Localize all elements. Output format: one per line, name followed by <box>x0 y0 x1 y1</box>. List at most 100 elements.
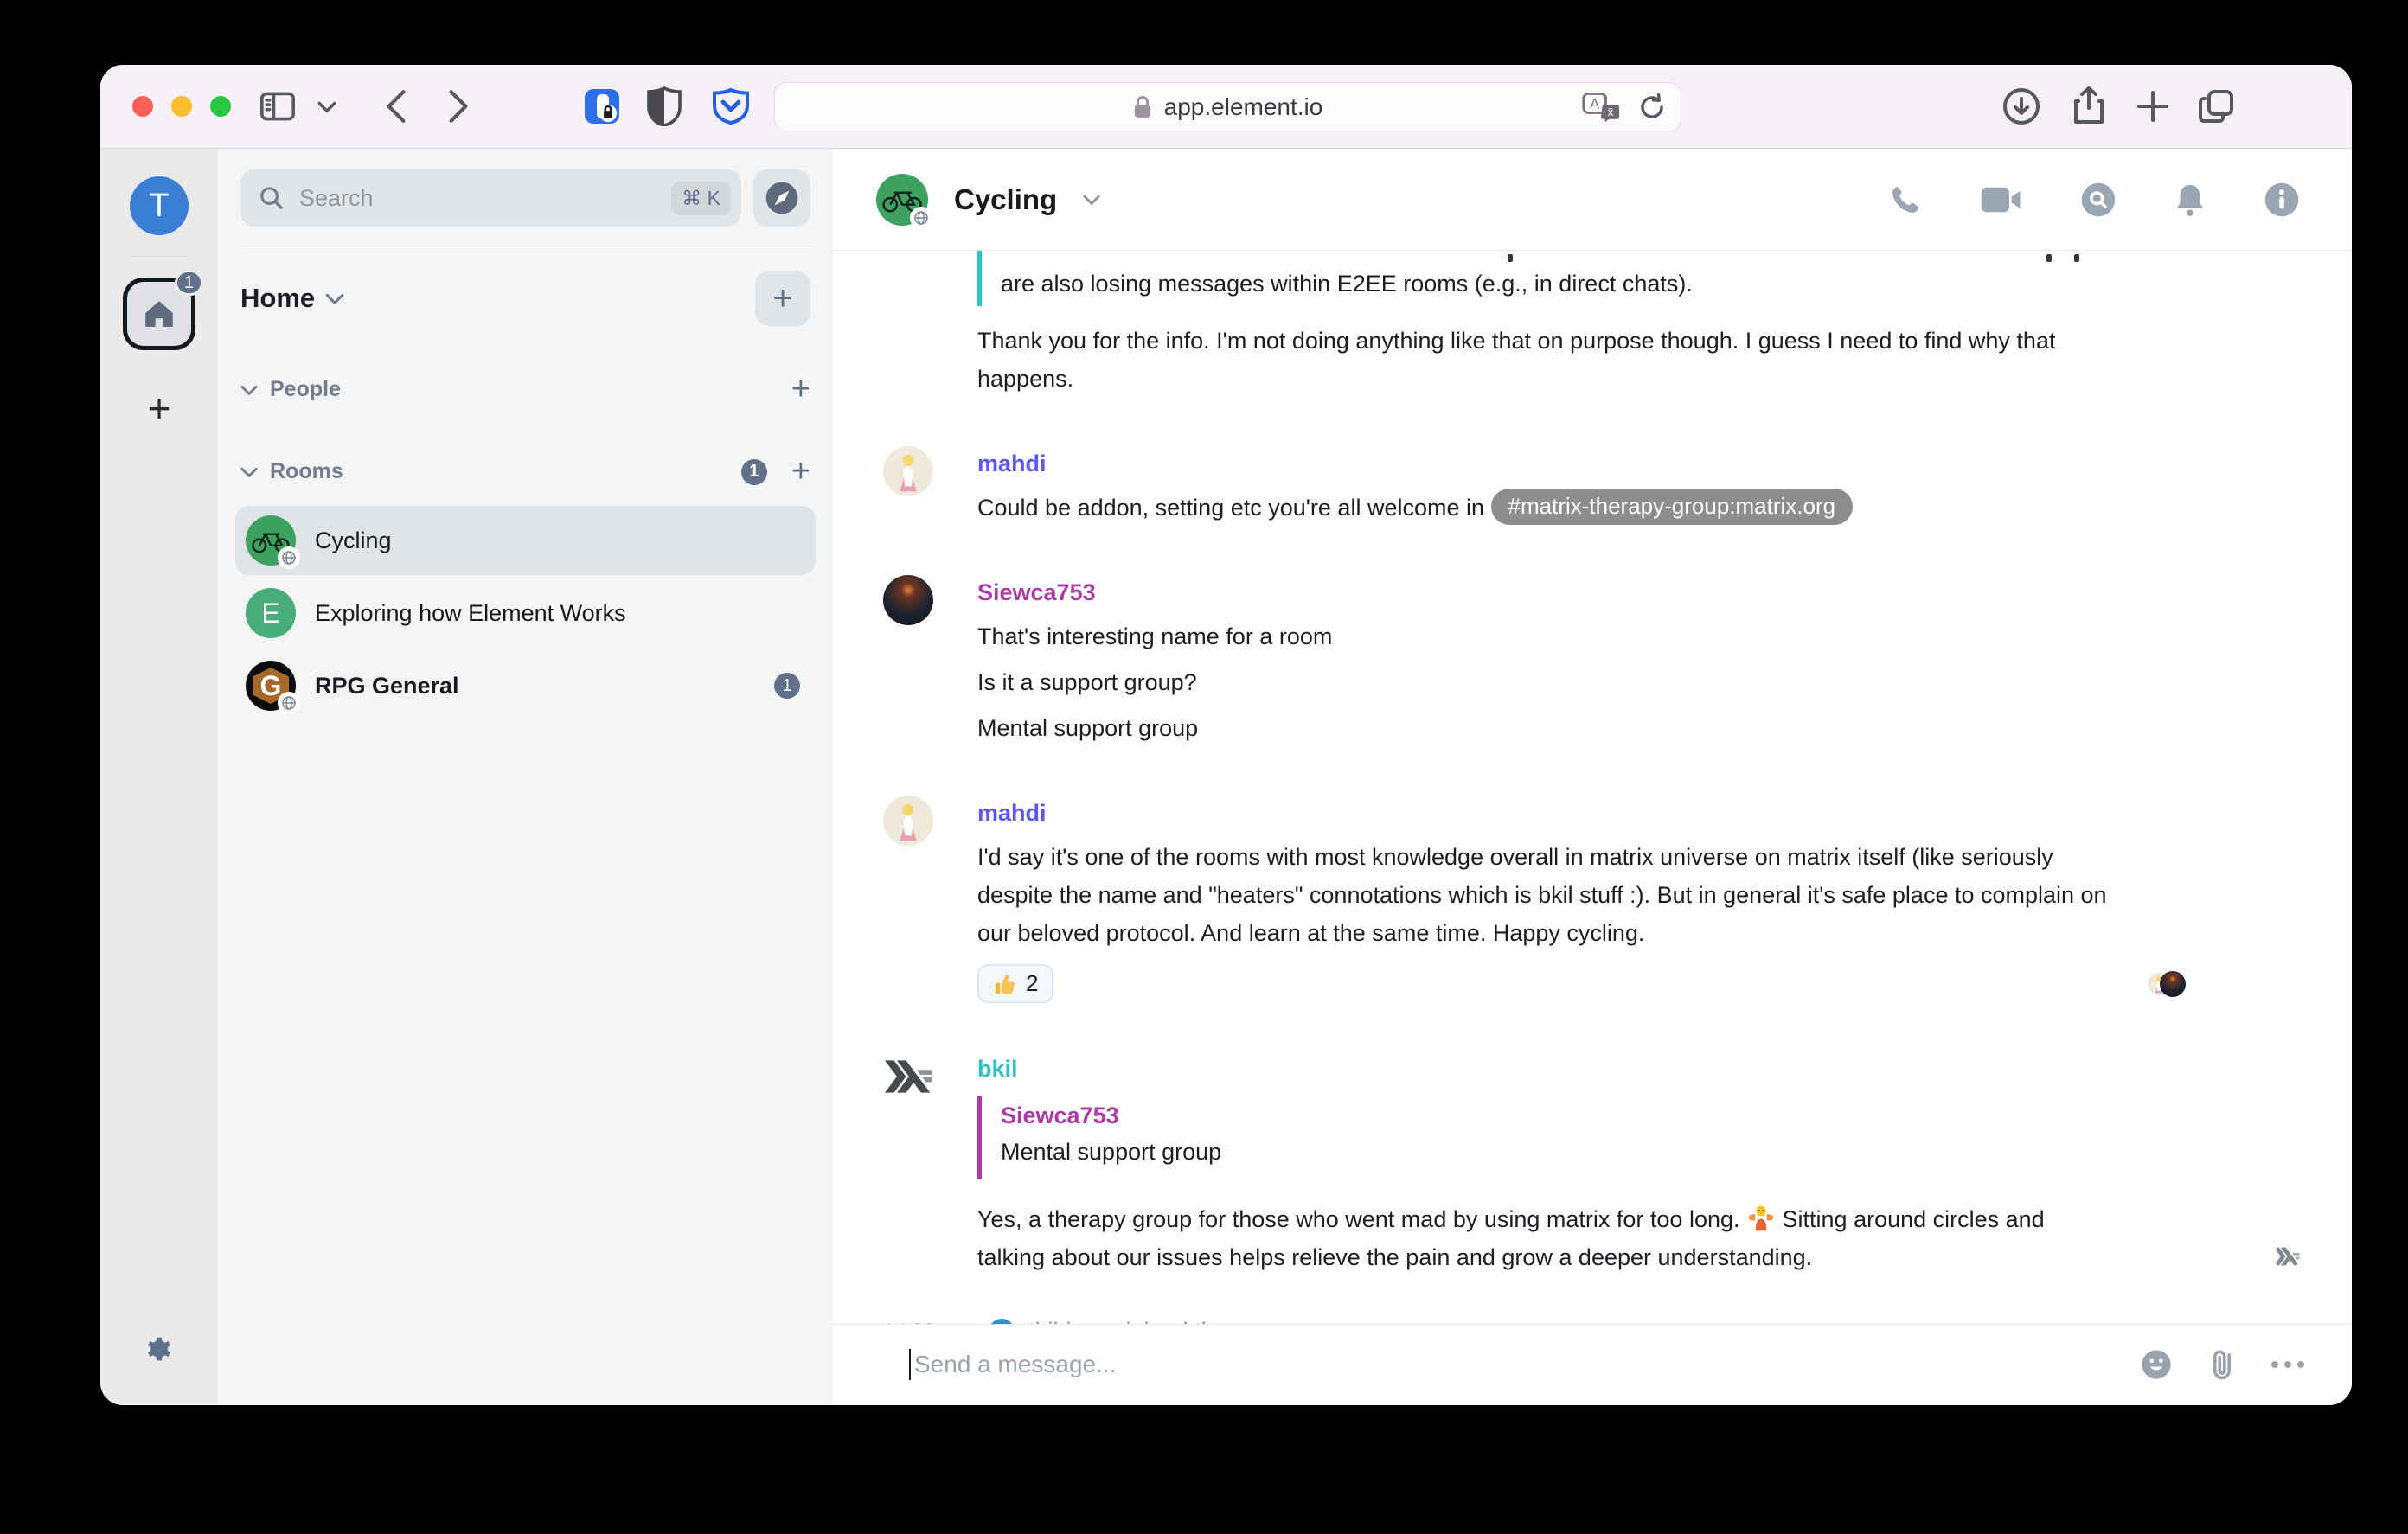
notifications-button[interactable] <box>2174 182 2206 218</box>
siewca-avatar[interactable] <box>883 575 933 625</box>
sender-name[interactable]: bkil <box>977 1051 2102 1086</box>
minimize-window-button[interactable] <box>171 96 192 117</box>
read-receipt-siewca[interactable] <box>2160 971 2186 997</box>
address-bar[interactable]: app.element.io A x̄ <box>774 82 1681 131</box>
add-room-button[interactable]: + <box>755 271 810 326</box>
sender-name[interactable]: mahdi <box>977 446 2102 481</box>
thumbs-up-icon <box>993 972 1017 996</box>
space-name[interactable]: Home <box>240 283 315 314</box>
room-title[interactable]: Cycling <box>954 183 1057 216</box>
room-link-pill[interactable]: #matrix-therapy-group:matrix.org <box>1491 489 1854 525</box>
message-text: Thank you for the info. I'm not doing an… <box>977 322 2102 398</box>
message-text-part: Yes, a therapy group for those who went … <box>977 1206 1740 1232</box>
quote-text: are also losing messages within E2EE roo… <box>1001 265 2102 303</box>
spaces-rail: T 1 + <box>100 149 218 1404</box>
home-icon <box>141 296 177 332</box>
room-avatar: E <box>246 588 296 638</box>
join-event: 14:39 T thibiscus joined the room <box>883 1318 2300 1324</box>
room-header-avatar[interactable] <box>876 174 928 226</box>
thibiscus-avatar[interactable]: T <box>989 1319 1015 1325</box>
message-mahdi-knowledge: mahdi I'd say it's one of the rooms with… <box>883 796 2300 1003</box>
forward-button[interactable] <box>438 86 479 127</box>
message-mahdi-addon: mahdi Could be addon, setting etc you're… <box>883 446 2300 527</box>
message-text: Mental support group <box>977 709 2102 747</box>
public-room-badge <box>278 692 300 714</box>
svg-text:x̄: x̄ <box>1608 105 1614 118</box>
password-extension-icon[interactable] <box>581 86 623 127</box>
room-item-rpg-general[interactable]: G RPG General 1 <box>235 651 816 720</box>
share-button[interactable] <box>2068 86 2110 127</box>
room-unread-badge: 1 <box>774 673 800 699</box>
browser-window: app.element.io A x̄ <box>100 65 2352 1405</box>
section-people[interactable]: People + <box>240 371 810 408</box>
sender-name[interactable]: Siewca753 <box>977 575 2102 610</box>
room-info-button[interactable] <box>2264 182 2300 218</box>
new-tab-button[interactable] <box>2132 86 2174 127</box>
create-space-button[interactable]: + <box>148 388 171 428</box>
add-people-button[interactable]: + <box>791 371 810 408</box>
rooms-unread-badge: 1 <box>741 459 767 485</box>
sender-name[interactable]: mahdi <box>977 796 2119 830</box>
translate-icon[interactable]: A x̄ <box>1582 92 1620 123</box>
event-timestamp: 14:39 <box>883 1320 949 1325</box>
home-space-button[interactable]: 1 <box>123 278 195 350</box>
room-avatar-initial: E <box>261 598 279 630</box>
close-window-button[interactable] <box>132 96 153 117</box>
search-input[interactable] <box>299 185 657 212</box>
more-options-button[interactable] <box>2270 1359 2305 1370</box>
chevron-down-icon <box>240 384 258 395</box>
haskell-logo <box>885 1059 932 1094</box>
rail-divider <box>131 256 187 257</box>
read-receipts[interactable] <box>2148 971 2186 997</box>
message-text: That's interesting name for a room <box>977 617 2102 655</box>
attachment-button[interactable] <box>2206 1347 2238 1382</box>
shield-extension-icon[interactable] <box>644 86 685 127</box>
compass-icon <box>763 179 801 217</box>
voice-call-button[interactable] <box>1888 182 1923 217</box>
chevron-down-icon[interactable] <box>1083 194 1100 205</box>
svg-text:A: A <box>1590 96 1599 112</box>
section-rooms[interactable]: Rooms 1 + <box>240 453 810 490</box>
sidebar-toggle-button[interactable] <box>257 86 298 127</box>
video-call-button[interactable] <box>1980 184 2023 215</box>
zoom-window-button[interactable] <box>210 96 231 117</box>
room-item-cycling[interactable]: Cycling <box>235 506 816 575</box>
downloads-button[interactable] <box>2001 86 2042 127</box>
text-caret <box>909 1349 911 1380</box>
read-receipt-bkil[interactable] <box>2274 1243 2300 1269</box>
room-search-button[interactable] <box>2080 182 2117 218</box>
message-timeline[interactable]: are also losing messages within E2EE roo… <box>833 251 2352 1324</box>
mahdi-avatar[interactable] <box>883 796 933 846</box>
add-room-plus-button[interactable]: + <box>791 453 810 490</box>
reload-icon[interactable] <box>1637 93 1667 122</box>
room-avatar: G <box>246 661 296 711</box>
lock-icon <box>1133 95 1152 119</box>
reaction-count: 2 <box>1026 970 1038 997</box>
chevron-down-icon <box>240 466 258 477</box>
settings-button[interactable] <box>139 1329 179 1373</box>
message-composer[interactable]: Send a message... <box>833 1324 2352 1404</box>
mahdi-avatar[interactable] <box>883 446 933 496</box>
pocket-extension-icon[interactable] <box>710 86 752 127</box>
public-room-badge <box>910 207 932 229</box>
back-button[interactable] <box>375 86 417 127</box>
reply-quote[interactable]: are also losing messages within E2EE roo… <box>977 251 2102 306</box>
emoji-button[interactable] <box>2139 1347 2174 1382</box>
room-item-exploring[interactable]: E Exploring how Element Works <box>235 578 816 648</box>
search-box[interactable]: ⌘ K <box>240 169 741 227</box>
explore-rooms-button[interactable] <box>753 169 810 227</box>
chevron-down-icon[interactable] <box>325 292 344 304</box>
bkil-avatar[interactable] <box>883 1051 933 1102</box>
traffic-lights <box>132 96 231 117</box>
message-text: I'd say it's one of the rooms with most … <box>977 838 2119 952</box>
tab-overview-button[interactable] <box>2196 86 2238 127</box>
quoted-sender-name[interactable]: Siewca753 <box>1001 1100 2102 1131</box>
composer-placeholder: Send a message... <box>914 1351 1116 1378</box>
search-shortcut-badge: ⌘ K <box>671 182 731 215</box>
user-avatar[interactable]: T <box>130 176 189 235</box>
reaction-thumbsup[interactable]: 2 <box>977 964 1054 1003</box>
event-text: thibiscus joined the room <box>1028 1318 1287 1324</box>
sidebar-chevron-button[interactable] <box>312 86 342 127</box>
reply-quote[interactable]: Siewca753 Mental support group <box>977 1096 2102 1179</box>
public-room-badge <box>278 546 300 569</box>
